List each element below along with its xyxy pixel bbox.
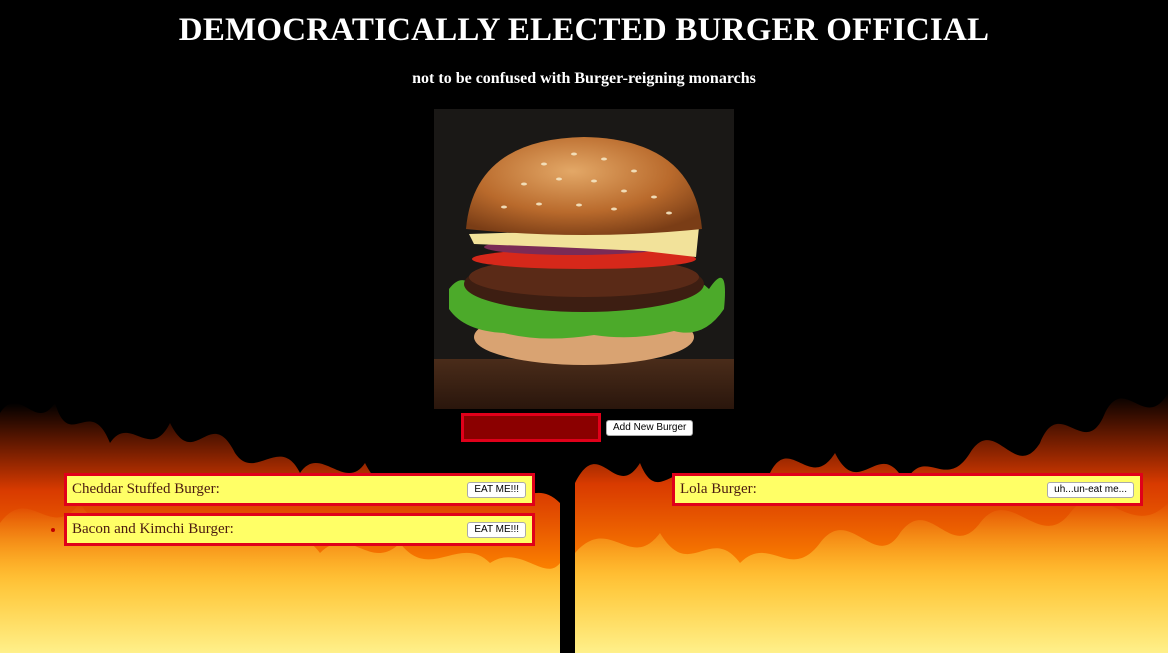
uneat-button[interactable]: uh...un-eat me... [1047, 481, 1134, 498]
eat-button[interactable]: EAT ME!!! [467, 481, 526, 498]
burger-name: Bacon and Kimchi Burger: [72, 521, 234, 537]
page-title: DEMOCRATICALLY ELECTED BURGER OFFICIAL [178, 12, 990, 48]
burger-name-input[interactable] [461, 413, 601, 442]
burger-item: Cheddar Stuffed Burger: EAT ME!!! [64, 473, 535, 506]
burger-name: Lola Burger: [680, 481, 757, 497]
page-subtitle: not to be confused with Burger-reigning … [412, 70, 756, 87]
burger-photo [434, 109, 734, 409]
burger-item: Lola Burger: uh...un-eat me... [672, 473, 1143, 506]
burger-item: Bacon and Kimchi Burger: EAT ME!!! [51, 513, 535, 546]
uneaten-burger-list: Cheddar Stuffed Burger: EAT ME!!! Bacon … [51, 473, 535, 553]
add-burger-button[interactable]: Add New Burger [606, 420, 694, 436]
eaten-burger-list: Lola Burger: uh...un-eat me... [672, 473, 1143, 513]
eat-button[interactable]: EAT ME!!! [467, 521, 526, 538]
burger-name: Cheddar Stuffed Burger: [72, 481, 220, 497]
